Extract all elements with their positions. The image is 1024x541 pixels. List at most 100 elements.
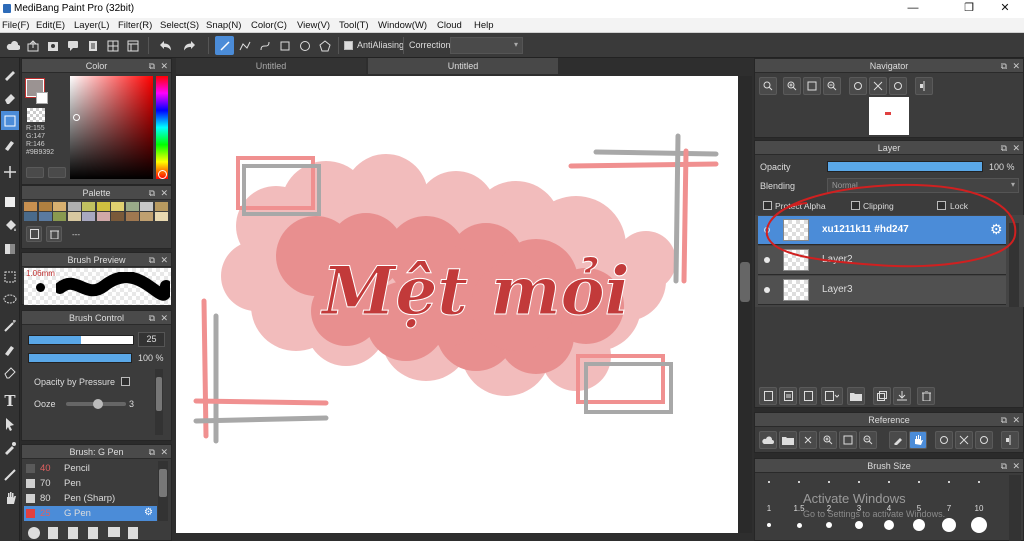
fit-to-window-icon[interactable]	[803, 77, 821, 95]
fill-rect-tool-icon[interactable]	[1, 192, 19, 211]
brush-size-preset[interactable]	[855, 521, 863, 529]
gear-icon[interactable]: ⚙	[144, 507, 153, 518]
popout-icon[interactable]: ⧉	[149, 186, 155, 200]
polygon-tool-icon[interactable]	[315, 36, 334, 55]
zoom-in-icon[interactable]	[759, 77, 777, 95]
cloud-brush-icon[interactable]	[28, 527, 40, 539]
palette-swatch[interactable]	[24, 202, 37, 211]
tab-untitled-2[interactable]: Untitled	[368, 58, 558, 74]
zoom-in-plus-icon[interactable]	[783, 77, 801, 95]
bucket-tool-icon[interactable]	[1, 216, 19, 235]
merge-down-icon[interactable]	[893, 387, 911, 405]
brush-size-preset[interactable]	[767, 523, 771, 527]
new-8bit-layer-icon[interactable]	[799, 387, 817, 405]
brush-size-value[interactable]: 25	[138, 332, 165, 347]
palette-swatch[interactable]	[38, 202, 52, 211]
hand-tool-icon[interactable]	[1, 488, 19, 507]
undo-icon[interactable]	[155, 36, 174, 55]
lasso-tool-icon[interactable]	[1, 290, 19, 309]
ellipse-tool-icon[interactable]	[295, 36, 314, 55]
close-button[interactable]: ✕	[988, 0, 1022, 18]
menu-cloud[interactable]: Cloud	[437, 20, 462, 31]
palette-swatch[interactable]	[82, 202, 95, 211]
close-icon[interactable]: ✕	[160, 445, 168, 459]
color-picker-handle[interactable]	[73, 114, 80, 121]
zoom-out-icon[interactable]	[859, 431, 877, 449]
scroll-thumb[interactable]	[159, 469, 167, 497]
operation-tool-icon[interactable]	[1, 414, 19, 433]
brush-item-pen-sharp[interactable]: 80 Pen (Sharp)	[24, 491, 157, 506]
menu-snap[interactable]: Snap(N)	[206, 20, 241, 31]
zoom-in-icon[interactable]	[819, 431, 837, 449]
popout-icon[interactable]: ⧉	[149, 59, 155, 73]
eyedropper-icon[interactable]	[889, 431, 907, 449]
palette-swatch[interactable]	[140, 212, 153, 221]
rotate-right-icon[interactable]	[975, 431, 993, 449]
menu-help[interactable]: Help	[474, 20, 494, 31]
scroll-thumb[interactable]	[740, 262, 750, 302]
brush-size-preset[interactable]	[913, 519, 925, 531]
add-swatch-icon[interactable]	[26, 226, 42, 242]
minimize-button[interactable]: —	[896, 0, 930, 18]
duplicate-layer-icon[interactable]	[873, 387, 891, 405]
popout-icon[interactable]: ⧉	[149, 311, 155, 325]
duplicate-brush-icon[interactable]	[88, 527, 98, 539]
menu-color[interactable]: Color(C)	[251, 20, 287, 31]
palette-swatch[interactable]	[154, 202, 168, 211]
menu-file[interactable]: File(F)	[2, 20, 29, 31]
palette-swatch[interactable]	[154, 212, 168, 221]
polyline-tool-icon[interactable]	[235, 36, 254, 55]
brush-size-preset[interactable]	[768, 481, 770, 483]
close-icon[interactable]: ✕	[160, 59, 168, 73]
palette-swatch[interactable]	[67, 212, 81, 221]
grid-icon[interactable]	[103, 36, 122, 55]
close-icon[interactable]: ✕	[160, 253, 168, 267]
ooze-slider[interactable]	[66, 399, 126, 409]
palette-swatch[interactable]	[111, 202, 124, 211]
transparent-color-swatch[interactable]	[27, 108, 45, 122]
upload-icon[interactable]	[23, 36, 42, 55]
fit-to-window-icon[interactable]	[839, 431, 857, 449]
menu-tool[interactable]: Tool(T)	[339, 20, 369, 31]
scroll-thumb[interactable]	[156, 377, 162, 411]
hand-icon[interactable]	[909, 431, 927, 449]
antialiasing-checkbox[interactable]	[344, 41, 353, 50]
close-icon[interactable]: ✕	[160, 311, 168, 325]
popout-icon[interactable]: ⧉	[1001, 459, 1007, 473]
line-tool-icon[interactable]	[215, 36, 234, 55]
navigator-thumbnail[interactable]	[869, 97, 909, 135]
copy-brush-icon[interactable]	[68, 527, 78, 539]
open-file-icon[interactable]	[779, 431, 797, 449]
palette-swatch[interactable]	[96, 202, 110, 211]
settings-brush-icon[interactable]	[128, 527, 138, 539]
palette-swatch[interactable]	[125, 212, 139, 221]
pen-tool-icon[interactable]	[1, 134, 19, 153]
canvas-vertical-scrollbar[interactable]	[738, 76, 752, 533]
dotted-select-tool-icon[interactable]	[1, 267, 19, 286]
panel-layout-icon[interactable]	[123, 36, 142, 55]
palette-swatch[interactable]	[82, 212, 95, 221]
tab-untitled-1[interactable]: Untitled	[176, 58, 366, 74]
gradient-tool-icon[interactable]	[1, 239, 19, 258]
brush-size-preset[interactable]	[796, 522, 802, 528]
reset-rotation-icon[interactable]	[869, 77, 887, 95]
flip-horizontal-icon[interactable]	[1001, 431, 1019, 449]
brush-size-preset[interactable]	[798, 481, 800, 483]
close-icon[interactable]: ✕	[1012, 459, 1020, 473]
palette-swatch[interactable]	[53, 202, 66, 211]
cloud-icon[interactable]	[3, 36, 22, 55]
palette-swatch[interactable]	[53, 212, 66, 221]
visibility-icon[interactable]	[764, 287, 770, 293]
menu-layer[interactable]: Layer(L)	[74, 20, 109, 31]
ooze-slider-handle[interactable]	[93, 399, 103, 409]
close-icon[interactable]: ✕	[1012, 141, 1020, 155]
palette-swatch[interactable]	[67, 202, 81, 211]
palette-swatch[interactable]	[96, 212, 110, 221]
delete-layer-icon[interactable]	[917, 387, 935, 405]
rectangle-select-tool-icon[interactable]	[1, 111, 19, 130]
brush-control-scrollbar[interactable]	[155, 369, 163, 435]
popout-icon[interactable]: ⧉	[1001, 141, 1007, 155]
brush-size-preset[interactable]	[828, 481, 830, 483]
popout-icon[interactable]: ⧉	[1001, 59, 1007, 73]
eyedropper-tool-icon[interactable]	[1, 438, 19, 457]
